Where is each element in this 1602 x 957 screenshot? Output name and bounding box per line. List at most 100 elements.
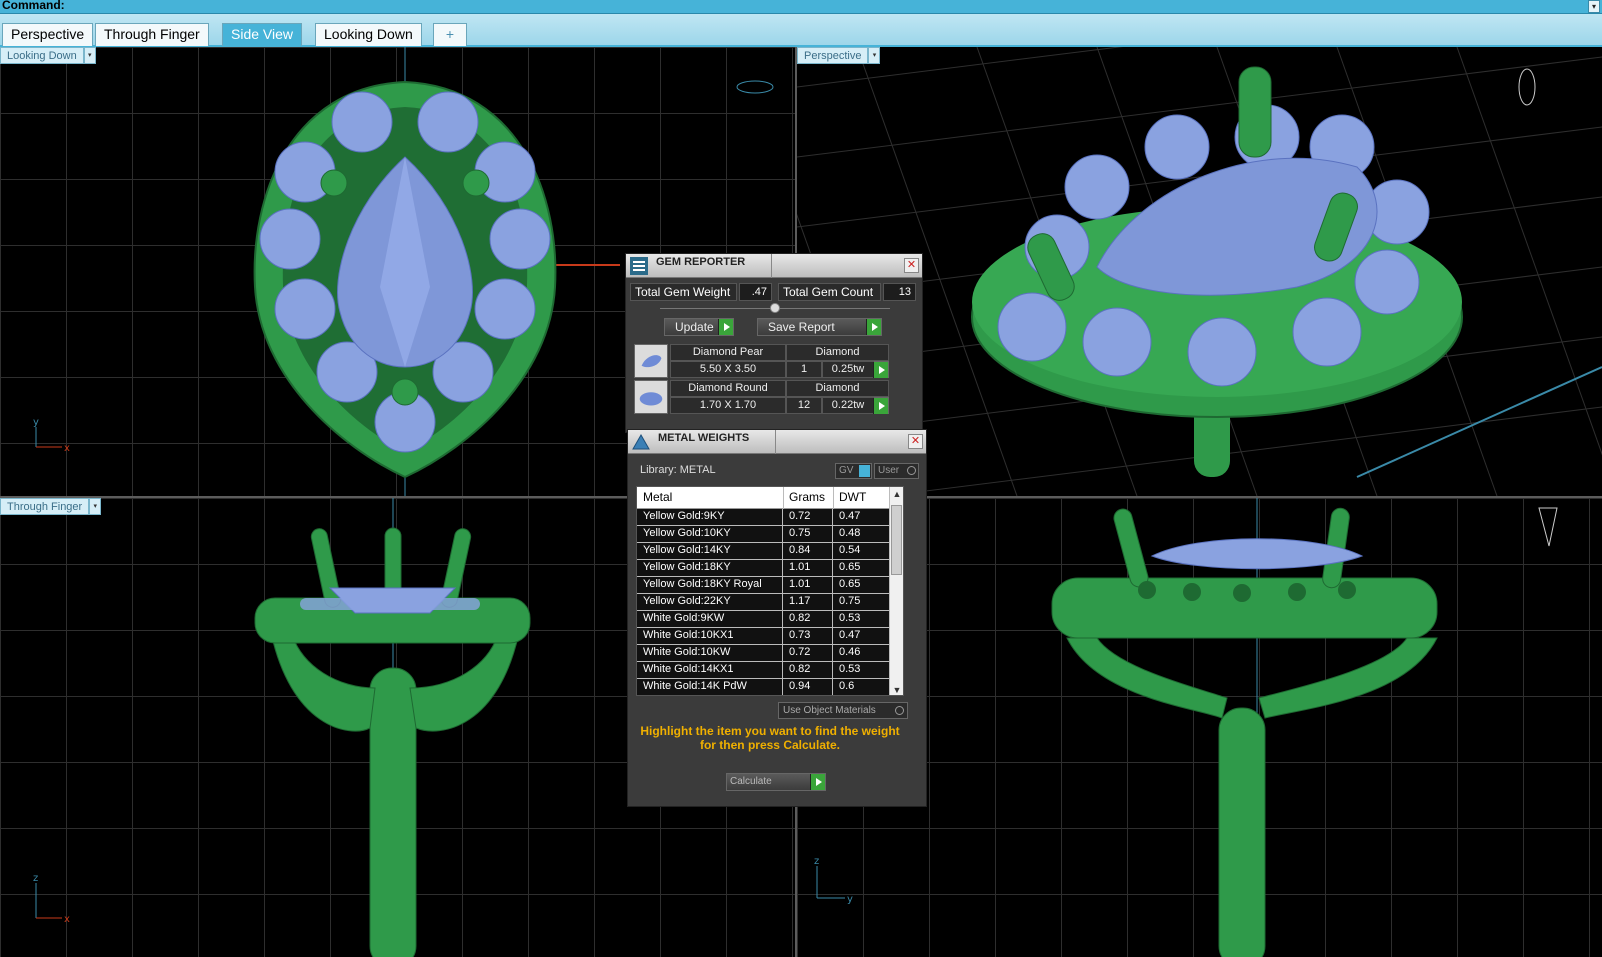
toggle-off-icon <box>907 466 916 475</box>
viewport-dropdown-icon[interactable]: ▾ <box>868 47 881 64</box>
metal-name-cell: Yellow Gold:9KY <box>637 509 783 526</box>
metal-weights-panel: METAL WEIGHTS ✕ Library: METAL GV User M… <box>627 429 927 807</box>
grams-cell: 0.82 <box>783 662 833 679</box>
scrollbar-thumb[interactable] <box>891 505 902 575</box>
table-header: Metal Grams DWT <box>637 487 891 509</box>
table-row[interactable]: White Gold:10KX1 0.73 0.47 <box>637 628 891 645</box>
dwt-cell: 0.6 <box>833 679 891 695</box>
instruction-text: Highlight the item you want to find the … <box>640 724 900 752</box>
svg-text:z: z <box>814 856 819 867</box>
metal-name-cell: Yellow Gold:18KY <box>637 560 783 577</box>
metal-name-cell: White Gold:14K PdW <box>637 679 783 695</box>
table-scrollbar[interactable]: ▲ ▼ <box>889 487 903 695</box>
gem-go-button[interactable] <box>873 361 889 378</box>
command-dropdown-icon[interactable]: ▾ <box>1588 0 1600 13</box>
dwt-cell: 0.53 <box>833 662 891 679</box>
use-object-materials-toggle[interactable]: Use Object Materials <box>778 702 908 719</box>
dwt-cell: 0.53 <box>833 611 891 628</box>
gem-go-button[interactable] <box>873 397 889 414</box>
close-icon[interactable]: ✕ <box>908 434 923 449</box>
tab-looking-down[interactable]: Looking Down <box>315 23 422 46</box>
tab-side-view[interactable]: Side View <box>222 23 303 46</box>
grams-cell: 0.84 <box>783 543 833 560</box>
metal-name-cell: White Gold:10KW <box>637 645 783 662</box>
gem-row[interactable]: Diamond Pear Diamond 5.50 X 3.50 1 0.25t… <box>634 344 902 378</box>
axis-triad-icon: z y <box>814 856 853 905</box>
table-row[interactable]: Yellow Gold:22KY 1.17 0.75 <box>637 594 891 611</box>
gem-reporter-header[interactable]: GEM REPORTER ✕ <box>626 254 922 278</box>
dwt-cell: 0.54 <box>833 543 891 560</box>
save-report-button[interactable]: Save Report <box>757 318 882 336</box>
gem-reporter-title: GEM REPORTER <box>656 256 746 268</box>
tab-through-finger[interactable]: Through Finger <box>95 23 209 46</box>
metal-weights-header[interactable]: METAL WEIGHTS ✕ <box>628 430 926 454</box>
grams-cell: 0.72 <box>783 509 833 526</box>
svg-text:x: x <box>64 443 70 454</box>
pear-gem-icon <box>634 344 668 378</box>
table-row[interactable]: Yellow Gold:18KY 1.01 0.65 <box>637 560 891 577</box>
viewport-label-looking-down[interactable]: Looking Down ▾ <box>0 47 96 64</box>
grams-cell: 1.01 <box>783 577 833 594</box>
metal-name-cell: Yellow Gold:22KY <box>637 594 783 611</box>
user-toggle[interactable]: User <box>874 463 919 479</box>
table-row[interactable]: Yellow Gold:18KY Royal 1.01 0.65 <box>637 577 891 594</box>
svg-text:y: y <box>33 417 39 428</box>
view-tab-strip: Perspective Through Finger Side View Loo… <box>0 14 1602 47</box>
scroll-down-icon[interactable]: ▼ <box>892 684 902 695</box>
play-icon <box>810 774 825 790</box>
metal-name-cell: White Gold:14KX1 <box>637 662 783 679</box>
play-icon <box>718 319 733 335</box>
gem-reporter-panel: GEM REPORTER ✕ Total Gem Weight .47 Tota… <box>625 253 923 433</box>
table-row[interactable]: White Gold:14K PdW 0.94 0.6 <box>637 679 891 695</box>
metal-name-cell: Yellow Gold:18KY Royal <box>637 577 783 594</box>
viewport-dropdown-icon[interactable]: ▾ <box>83 47 96 64</box>
viewport-dropdown-icon[interactable]: ▾ <box>89 498 102 515</box>
metal-name-cell: Yellow Gold:10KY <box>637 526 783 543</box>
metal-name-cell: White Gold:10KX1 <box>637 628 783 645</box>
add-tab-button[interactable]: + <box>433 23 467 46</box>
total-gem-count-value: 13 <box>883 283 916 301</box>
metal-weights-table[interactable]: Metal Grams DWT Yellow Gold:9KY 0.72 0.47 Y… <box>636 486 904 696</box>
table-row[interactable]: Yellow Gold:10KY 0.75 0.48 <box>637 526 891 543</box>
update-button[interactable]: Update <box>664 318 734 336</box>
dwt-cell: 0.47 <box>833 628 891 645</box>
close-icon[interactable]: ✕ <box>904 258 919 273</box>
metal-weights-title: METAL WEIGHTS <box>658 432 750 444</box>
grams-cell: 0.94 <box>783 679 833 695</box>
table-row[interactable]: White Gold:9KW 0.82 0.53 <box>637 611 891 628</box>
play-icon <box>873 362 888 378</box>
table-row[interactable]: Yellow Gold:9KY 0.72 0.47 <box>637 509 891 526</box>
total-gem-weight-label: Total Gem Weight <box>630 283 737 301</box>
dwt-cell: 0.75 <box>833 594 891 611</box>
table-row[interactable]: White Gold:14KX1 0.82 0.53 <box>637 662 891 679</box>
command-label: Command: <box>2 0 65 12</box>
dwt-cell: 0.65 <box>833 577 891 594</box>
svg-text:x: x <box>64 914 70 925</box>
play-icon <box>866 319 881 335</box>
grams-cell: 0.75 <box>783 526 833 543</box>
command-bar[interactable]: Command: ▾ <box>0 0 1602 14</box>
grams-cell: 1.01 <box>783 560 833 577</box>
total-gem-weight-value: .47 <box>739 283 772 301</box>
axis-triad-icon: y x <box>33 417 70 454</box>
scroll-up-icon[interactable]: ▲ <box>892 488 902 500</box>
toggle-on-icon <box>859 465 870 477</box>
collapse-handle-icon[interactable] <box>770 303 780 313</box>
table-row[interactable]: White Gold:10KW 0.72 0.46 <box>637 645 891 662</box>
library-label: Library: METAL <box>640 464 716 476</box>
axis-triad-icon: z x <box>33 873 70 925</box>
viewport-label-perspective[interactable]: Perspective ▾ <box>797 47 881 64</box>
grams-cell: 0.82 <box>783 611 833 628</box>
calculate-button[interactable]: Calculate <box>726 773 826 791</box>
toggle-off-icon <box>895 706 904 715</box>
gv-toggle[interactable]: GV <box>835 463 872 479</box>
table-row[interactable]: Yellow Gold:14KY 0.84 0.54 <box>637 543 891 560</box>
dwt-cell: 0.48 <box>833 526 891 543</box>
viewport-label-through-finger[interactable]: Through Finger ▾ <box>0 498 102 515</box>
tab-perspective[interactable]: Perspective <box>2 23 94 46</box>
gem-row[interactable]: Diamond Round Diamond 1.70 X 1.70 12 0.2… <box>634 380 902 414</box>
grams-cell: 1.17 <box>783 594 833 611</box>
dwt-cell: 0.65 <box>833 560 891 577</box>
metal-weights-icon <box>632 433 650 450</box>
metal-name-cell: White Gold:9KW <box>637 611 783 628</box>
